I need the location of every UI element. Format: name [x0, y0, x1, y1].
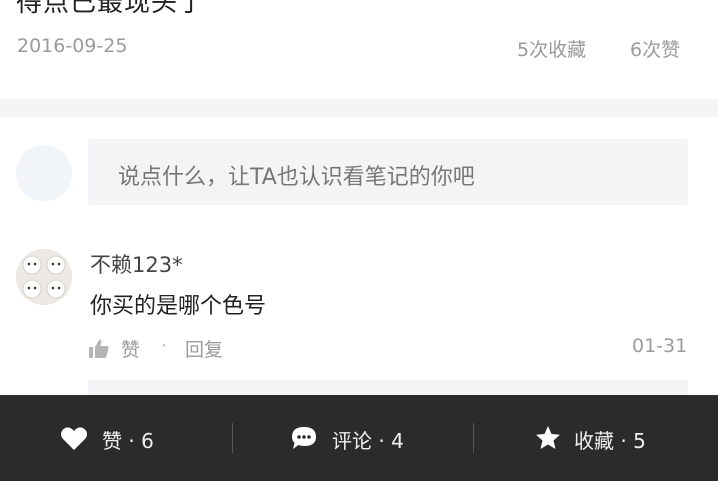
bar-divider	[232, 423, 233, 453]
heart-icon	[60, 425, 88, 451]
comment-date: 01-31	[632, 335, 688, 357]
section-divider	[0, 99, 718, 117]
like-action-label: 赞 · 6	[102, 429, 154, 453]
bottom-action-bar: 赞 · 6 评论 · 4 收藏 · 5	[0, 395, 718, 481]
favorite-action-label: 收藏 · 5	[574, 429, 646, 453]
comment-reply-button[interactable]: 回复	[185, 335, 223, 362]
thumbs-up-icon[interactable]	[88, 338, 110, 360]
note-body-text-cut: 得点已最现头了	[16, 0, 206, 18]
comment-like-button[interactable]: 赞	[121, 335, 140, 362]
comment-input[interactable]: 说点什么，让TA也认识看笔记的你吧	[88, 139, 688, 205]
action-separator: ·	[161, 335, 168, 357]
favorite-action[interactable]: 收藏 · 5	[534, 395, 664, 481]
chat-bubble-icon	[290, 425, 318, 451]
comment-entry: 说点什么，让TA也认识看笔记的你吧	[0, 117, 718, 227]
comment-username[interactable]: 不赖123*	[90, 249, 183, 279]
like-action[interactable]: 赞 · 6	[60, 395, 180, 481]
comment-input-placeholder: 说点什么，让TA也认识看笔记的你吧	[118, 165, 475, 190]
comment-text: 你买的是哪个色号	[90, 294, 267, 319]
avatar[interactable]	[16, 249, 72, 305]
note-likes-count: 6次赞	[630, 39, 681, 61]
comment-item: 不赖123* 你买的是哪个色号 赞 · 回复 01-31	[0, 240, 718, 400]
comment-action[interactable]: 评论 · 4	[290, 395, 420, 481]
bar-divider	[473, 423, 474, 453]
note-meta-row: 2016-09-25 5次收藏 6次赞	[0, 30, 718, 70]
note-date: 2016-09-25	[17, 35, 128, 57]
comment-action-label: 评论 · 4	[332, 429, 404, 453]
note-favorites-count: 5次收藏	[517, 39, 587, 61]
star-icon	[534, 425, 562, 451]
current-user-avatar	[16, 145, 72, 201]
